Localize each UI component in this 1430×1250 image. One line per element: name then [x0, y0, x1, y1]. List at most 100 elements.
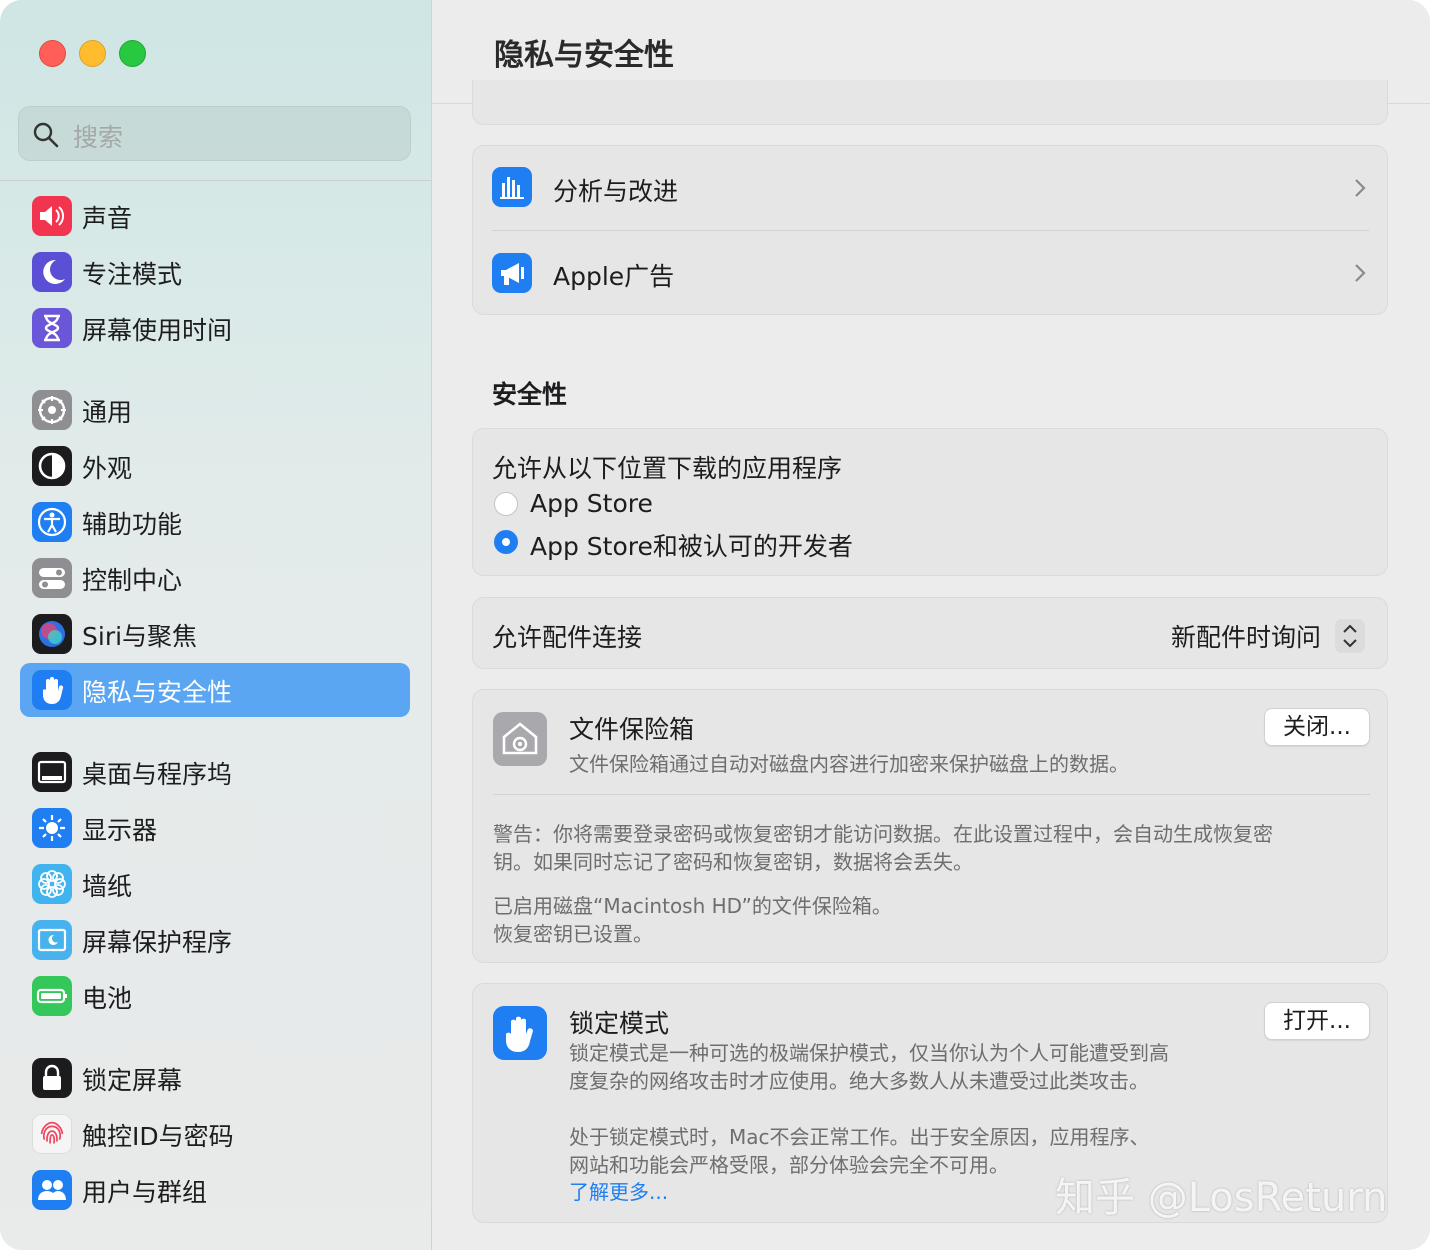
siri-icon — [32, 614, 72, 654]
close-window-button[interactable] — [39, 40, 66, 67]
download-sources-card: 允许从以下位置下载的应用程序 App Store App Store和被认可的开… — [472, 428, 1388, 576]
security-section-title: 安全性 — [492, 380, 568, 409]
appearance-icon — [32, 446, 72, 486]
watermark-text: 知乎 @LosReturn — [1055, 1175, 1388, 1221]
sidebar-item-sound[interactable]: 声音 — [20, 189, 410, 243]
main-content: 隐私与安全性 分析与改进 Apple广告 安全性 允许从以下位置下载的应用程序 … — [432, 0, 1430, 1250]
analytics-label: 分析与改进 — [553, 177, 679, 206]
search-input[interactable]: 搜索 — [18, 106, 411, 161]
settings-window: 搜索 声音 专注模式 屏幕使用时间 通用 外观 辅助功能 控制中心 Siri与聚… — [0, 0, 1430, 1250]
sidebar-item-label: 声音 — [82, 204, 133, 233]
sidebar-item-label: 外观 — [82, 454, 133, 483]
accessory-card: 允许配件连接 新配件时询问 — [472, 597, 1388, 669]
radio-app-store[interactable] — [494, 492, 518, 516]
sidebar-item-label: 电池 — [82, 984, 133, 1013]
sidebar-item-label: 辅助功能 — [82, 510, 183, 539]
privacy-rows-card: 分析与改进 Apple广告 — [472, 145, 1388, 315]
radio-app-store-identified[interactable] — [494, 530, 518, 554]
sidebar-item-focus[interactable]: 专注模式 — [20, 245, 410, 299]
download-sources-title: 允许从以下位置下载的应用程序 — [492, 454, 843, 483]
sidebar-item-users-groups[interactable]: 用户与群组 — [20, 1163, 410, 1217]
lockdown-title: 锁定模式 — [569, 1009, 670, 1038]
sidebar-item-label: 屏幕使用时间 — [82, 316, 233, 345]
accessory-select-value: 新配件时询问 — [1170, 623, 1321, 652]
sidebar-item-label: 专注模式 — [82, 260, 183, 289]
sidebar-item-label: 桌面与程序坞 — [82, 760, 233, 789]
sidebar-item-general[interactable]: 通用 — [20, 383, 410, 437]
sidebar-divider — [0, 180, 431, 181]
accessory-label: 允许配件连接 — [492, 623, 643, 652]
sidebar-item-screen-saver[interactable]: 屏幕保护程序 — [20, 913, 410, 967]
sidebar-item-label: 控制中心 — [82, 566, 183, 595]
sidebar-item-label: 用户与群组 — [82, 1178, 208, 1207]
chevron-right-icon — [1355, 179, 1366, 197]
search-placeholder: 搜索 — [73, 123, 124, 152]
filevault-warning-line2: 钥。如果同时忘记了密码和恢复密钥，数据将会丢失。 — [493, 850, 973, 874]
users-icon — [32, 1170, 72, 1210]
flower-icon — [32, 864, 72, 904]
lockdown-note-line1: 处于锁定模式时，Mac不会正常工作。出于安全原因，应用程序、 — [569, 1125, 1150, 1149]
filevault-divider — [493, 794, 1370, 795]
previous-card-edge — [472, 80, 1388, 125]
apple-ads-row[interactable]: Apple广告 — [473, 231, 1387, 316]
filevault-status-line2: 恢复密钥已设置。 — [493, 922, 653, 946]
sidebar-item-label: 显示器 — [82, 816, 158, 845]
zoom-window-button[interactable] — [119, 40, 146, 67]
speaker-icon — [32, 196, 72, 236]
battery-icon — [32, 976, 72, 1016]
sidebar-item-touch-id[interactable]: 触控ID与密码 — [20, 1107, 410, 1161]
filevault-warning-line1: 警告：你将需要登录密码或恢复密钥才能访问数据。在此设置过程中，会自动生成恢复密 — [493, 822, 1273, 846]
sidebar-item-label: 触控ID与密码 — [82, 1122, 234, 1151]
lockdown-turn-on-button[interactable]: 打开... — [1264, 1002, 1370, 1040]
sidebar-item-label: 锁定屏幕 — [82, 1066, 183, 1095]
sidebar-item-label: 墙纸 — [82, 872, 133, 901]
lockdown-description-line1: 锁定模式是一种可选的极端保护模式，仅当你认为个人可能遭受到高 — [569, 1041, 1169, 1065]
gear-icon — [32, 390, 72, 430]
fingerprint-icon — [32, 1114, 72, 1154]
sidebar-item-displays[interactable]: 显示器 — [20, 801, 410, 855]
search-icon — [33, 122, 59, 148]
sidebar-item-label: 通用 — [82, 398, 133, 427]
sidebar: 搜索 声音 专注模式 屏幕使用时间 通用 外观 辅助功能 控制中心 Siri与聚… — [0, 0, 432, 1250]
filevault-description: 文件保险箱通过自动对磁盘内容进行加密来保护磁盘上的数据。 — [569, 752, 1129, 776]
lockdown-description-line2: 度复杂的网络攻击时才应使用。绝大多数人从未遭受过此类攻击。 — [569, 1069, 1149, 1093]
apple-ads-label: Apple广告 — [553, 262, 675, 291]
page-title: 隐私与安全性 — [494, 38, 674, 73]
lock-icon — [32, 1058, 72, 1098]
accessibility-icon — [32, 502, 72, 542]
megaphone-icon — [492, 253, 532, 293]
filevault-turn-off-button[interactable]: 关闭... — [1264, 708, 1370, 746]
lockdown-hand-icon — [493, 1006, 547, 1060]
sidebar-item-control-center[interactable]: 控制中心 — [20, 551, 410, 605]
sidebar-item-battery[interactable]: 电池 — [20, 969, 410, 1023]
filevault-title: 文件保险箱 — [569, 715, 695, 744]
stepper-arrows-icon — [1335, 619, 1365, 653]
sidebar-item-lock-screen[interactable]: 锁定屏幕 — [20, 1051, 410, 1105]
sidebar-item-label: 屏幕保护程序 — [82, 928, 233, 957]
sidebar-item-accessibility[interactable]: 辅助功能 — [20, 495, 410, 549]
hourglass-icon — [32, 308, 72, 348]
dock-icon — [32, 752, 72, 792]
sidebar-item-wallpaper[interactable]: 墙纸 — [20, 857, 410, 911]
sidebar-item-screen-time[interactable]: 屏幕使用时间 — [20, 301, 410, 355]
sidebar-item-privacy-security[interactable]: 隐私与安全性 — [20, 663, 410, 717]
chevron-right-icon — [1355, 264, 1366, 282]
sidebar-item-label: Siri与聚焦 — [82, 622, 198, 651]
filevault-house-icon — [493, 712, 547, 766]
lockdown-note-line2: 网站和功能会严格受限，部分体验会完全不可用。 — [569, 1153, 1009, 1177]
sidebar-item-label: 隐私与安全性 — [82, 678, 233, 707]
analytics-row[interactable]: 分析与改进 — [473, 146, 1387, 231]
toggles-icon — [32, 558, 72, 598]
sidebar-item-desktop-dock[interactable]: 桌面与程序坞 — [20, 745, 410, 799]
filevault-status-line1: 已启用磁盘“Macintosh HD”的文件保险箱。 — [493, 894, 892, 918]
radio-app-store-identified-label: App Store和被认可的开发者 — [530, 532, 853, 561]
hand-icon — [32, 670, 72, 710]
sun-icon — [32, 808, 72, 848]
radio-app-store-label: App Store — [530, 489, 653, 518]
learn-more-link[interactable]: 了解更多... — [569, 1176, 668, 1205]
sidebar-item-appearance[interactable]: 外观 — [20, 439, 410, 493]
filevault-card: 文件保险箱 文件保险箱通过自动对磁盘内容进行加密来保护磁盘上的数据。 关闭...… — [472, 689, 1388, 963]
sidebar-item-siri-spotlight[interactable]: Siri与聚焦 — [20, 607, 410, 661]
accessory-select[interactable]: 新配件时询问 — [1155, 617, 1365, 653]
minimize-window-button[interactable] — [79, 40, 106, 67]
